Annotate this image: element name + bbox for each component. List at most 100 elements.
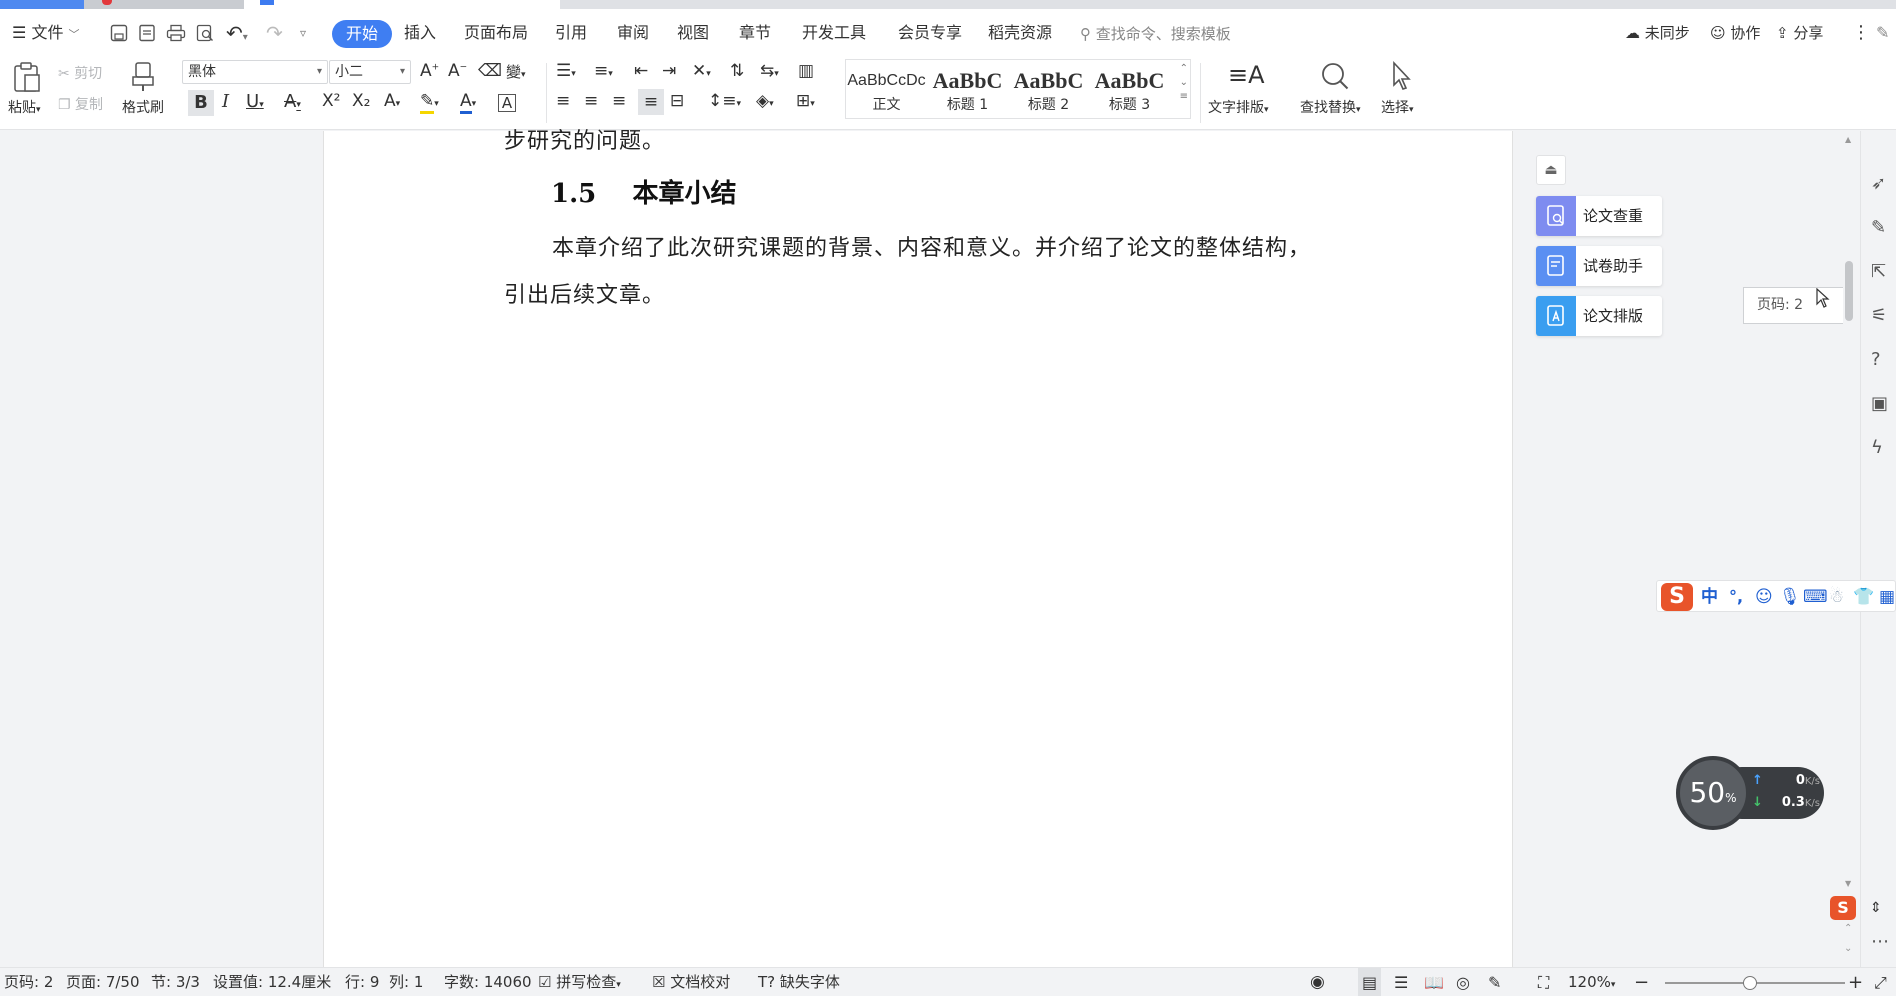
edit-icon[interactable]: ✎ xyxy=(1871,217,1886,238)
tab-strip-document-active[interactable] xyxy=(244,0,560,9)
bold-button[interactable]: B xyxy=(188,90,214,116)
increase-indent-icon[interactable]: ⇥ xyxy=(662,61,676,81)
paper-format-button[interactable]: 论文排版 xyxy=(1536,296,1662,336)
font-name-select[interactable]: 黑体 ▾ xyxy=(182,60,328,84)
borders-icon[interactable]: ⊞▾ xyxy=(796,91,815,111)
select-button[interactable]: 选择▾ xyxy=(1381,97,1414,117)
status-word-count[interactable]: 字数: 14060 xyxy=(444,968,532,996)
tab-view[interactable]: 视图 xyxy=(677,9,709,57)
keyboard-icon[interactable]: ⌨ xyxy=(1803,581,1828,613)
vertical-scrollbar[interactable]: ▲ ▼ ⌃ ⌄ xyxy=(1843,131,1855,967)
redo-icon[interactable]: ↷ xyxy=(266,9,283,57)
magnifier-icon[interactable] xyxy=(1320,61,1350,95)
paste-button[interactable]: 粘贴▾ xyxy=(8,97,41,117)
increase-font-icon[interactable]: A+ xyxy=(420,61,439,81)
exam-assistant-button[interactable]: 试卷助手 xyxy=(1536,246,1662,286)
text-layout-button[interactable]: 文字排版▾ xyxy=(1208,97,1269,117)
ime-language-toggle[interactable]: 中 xyxy=(1701,581,1718,613)
print-preview-icon[interactable] xyxy=(196,9,214,57)
underline-button[interactable]: U▾ xyxy=(246,91,264,112)
punctuation-icon[interactable]: °, xyxy=(1729,581,1743,613)
style-heading-3[interactable]: AaBbC 标题 3 xyxy=(1089,60,1170,118)
network-speed-widget[interactable]: ↑ 0K/s ↓ 0.3K/s 50% xyxy=(1676,756,1824,830)
decrease-font-icon[interactable]: A− xyxy=(448,61,467,81)
cursor-icon[interactable] xyxy=(1390,60,1414,95)
share-button[interactable]: ⇪ 分享 xyxy=(1776,9,1823,57)
tab-references[interactable]: 引用 xyxy=(555,9,587,57)
numbered-list-icon[interactable]: ≡▾ xyxy=(594,61,613,81)
align-left-icon[interactable]: ≡ xyxy=(556,91,570,111)
outline-view-icon[interactable]: ☰ xyxy=(1394,968,1408,996)
lightning-icon[interactable]: ϟ xyxy=(1871,437,1883,458)
spell-check-button[interactable]: ☑ 拼写检查▾ xyxy=(538,968,621,996)
phonetic-guide-icon[interactable]: 變▾ xyxy=(506,61,526,82)
find-replace-button[interactable]: 查找替换▾ xyxy=(1300,97,1361,117)
align-right-icon[interactable]: ≡ xyxy=(612,91,626,111)
paste-icon[interactable] xyxy=(12,61,42,97)
collapse-panel-icon[interactable]: ⏏ xyxy=(1536,155,1566,185)
tab-docer[interactable]: 稻壳资源 xyxy=(988,9,1052,57)
emoji-icon[interactable]: ☺ xyxy=(1755,581,1773,613)
file-menu[interactable]: ☰ 文件 ﹀ xyxy=(12,9,80,57)
sync-status[interactable]: ☁ 未同步 xyxy=(1625,9,1690,57)
pointer-icon[interactable]: ⇱ xyxy=(1871,261,1886,282)
character-border-button[interactable]: A xyxy=(498,94,516,112)
align-center-icon[interactable]: ≡ xyxy=(584,91,598,111)
web-view-icon[interactable]: ◎ xyxy=(1456,968,1470,996)
tab-review[interactable]: 审阅 xyxy=(617,9,649,57)
cut-button[interactable]: ✂ 剪切 xyxy=(58,63,102,83)
paragraph-mark-icon[interactable]: ⇆▾ xyxy=(760,61,779,81)
line-spacing-icon[interactable]: ↕≡▾ xyxy=(708,91,741,111)
microphone-icon[interactable]: 🎙 xyxy=(1779,581,1801,613)
skin-icon[interactable]: 👕 xyxy=(1853,581,1874,613)
undo-icon[interactable]: ↶▾ xyxy=(226,9,248,57)
tab-strip-home[interactable] xyxy=(0,0,84,9)
proofread-button[interactable]: ☒ 文档校对 xyxy=(652,968,730,996)
sogou-logo-icon[interactable]: S xyxy=(1661,583,1693,611)
highlight-button[interactable]: ✎▾ xyxy=(420,91,439,114)
eye-protect-icon[interactable]: ◉ xyxy=(1310,968,1325,996)
prev-page-icon[interactable]: ⌃ xyxy=(1844,923,1852,934)
style-heading-1[interactable]: AaBbC 标题 1 xyxy=(927,60,1008,118)
tab-chapter[interactable]: 章节 xyxy=(739,9,771,57)
status-section[interactable]: 节: 3/3 xyxy=(151,968,200,996)
copy-button[interactable]: ❐ 复制 xyxy=(58,94,103,114)
fullscreen-icon[interactable]: ⤢ xyxy=(1874,968,1887,996)
strikethrough-button[interactable]: A▾ xyxy=(284,91,301,112)
save-icon[interactable] xyxy=(110,9,128,57)
zoom-out-icon[interactable]: − xyxy=(1634,968,1649,996)
ime-mode-icon[interactable]: ⇕ xyxy=(1870,896,1882,920)
zoom-in-icon[interactable]: + xyxy=(1848,968,1863,996)
print-icon[interactable] xyxy=(166,9,186,57)
justify-icon[interactable]: ≡ xyxy=(638,89,664,115)
more-vertical-icon[interactable]: ⋮ xyxy=(1852,9,1870,57)
font-size-select[interactable]: 小二 ▾ xyxy=(329,60,411,84)
tab-strip-document-1[interactable] xyxy=(84,0,244,9)
scroll-down-icon[interactable]: ▼ xyxy=(1845,879,1851,888)
status-setting-value[interactable]: 设置值: 12.4厘米 xyxy=(213,968,331,996)
status-page-count[interactable]: 页面: 7/50 xyxy=(66,968,140,996)
tab-home[interactable]: 开始 xyxy=(332,20,393,48)
format-painter-label[interactable]: 格式刷 xyxy=(122,97,164,117)
rocket-icon[interactable]: ➶ xyxy=(1871,173,1886,194)
tab-developer[interactable]: 开发工具 xyxy=(802,9,866,57)
status-page-number[interactable]: 页码: 2 xyxy=(4,968,53,996)
export-pdf-icon[interactable] xyxy=(138,9,156,57)
pen-icon[interactable]: ✎ xyxy=(1876,9,1889,57)
subscript-button[interactable]: X₂ xyxy=(352,91,370,111)
zoom-slider-knob[interactable] xyxy=(1743,976,1757,990)
reading-view-icon[interactable]: 📖 xyxy=(1424,968,1444,996)
distributed-icon[interactable]: ⊟ xyxy=(670,91,684,111)
more-horizontal-icon[interactable]: ⋯ xyxy=(1871,931,1889,952)
sogou-mini-icon[interactable]: S xyxy=(1830,896,1856,920)
page-view-icon[interactable]: ▤ xyxy=(1358,968,1382,996)
style-normal[interactable]: AaBbCcDc 正文 xyxy=(846,60,927,118)
collab-button[interactable]: ☺ 协作 xyxy=(1710,9,1760,57)
style-gallery-scroll[interactable]: ⌃ ⌄ ≡ xyxy=(1180,62,1188,104)
superscript-button[interactable]: X² xyxy=(322,91,340,111)
tab-insert[interactable]: 插入 xyxy=(404,9,436,57)
ruler-icon[interactable]: ▥ xyxy=(798,61,814,81)
zoom-level-select[interactable]: 120%▾ xyxy=(1568,968,1615,996)
tab-member[interactable]: 会员专享 xyxy=(898,9,962,57)
chinese-layout-icon[interactable]: ✕▾ xyxy=(692,61,711,81)
